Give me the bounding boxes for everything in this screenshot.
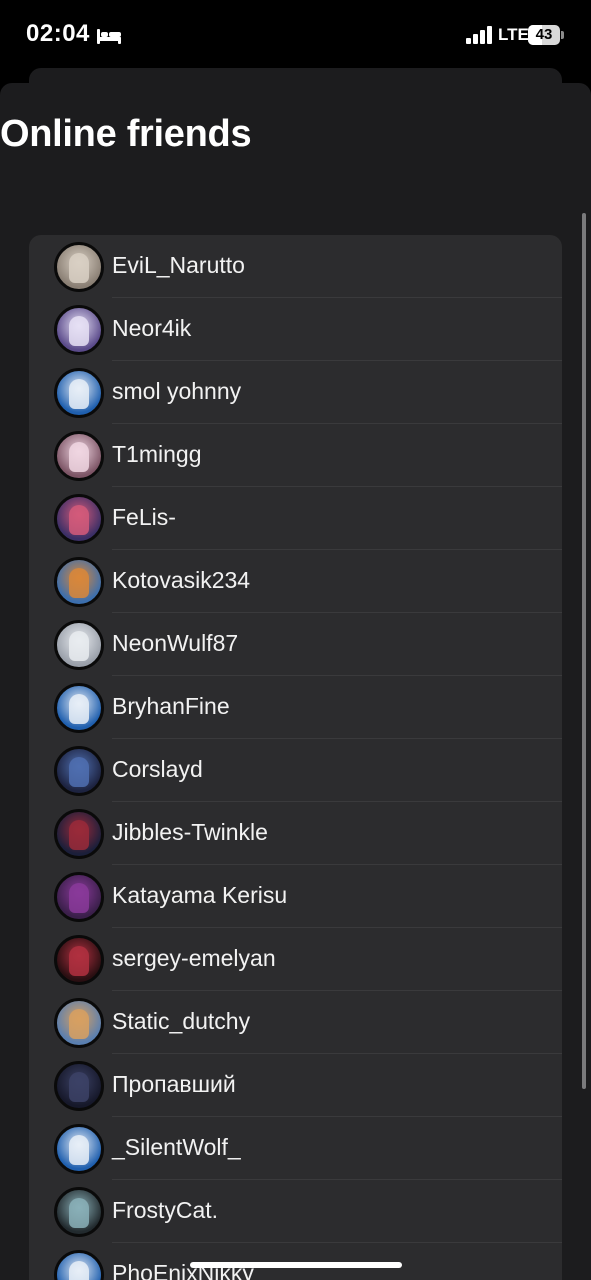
scrollbar[interactable]: [582, 213, 586, 1089]
avatar: [54, 431, 104, 481]
avatar-figure: [69, 694, 89, 724]
avatar: [54, 1061, 104, 1111]
friend-row[interactable]: Neor4ik: [29, 298, 562, 361]
friend-row[interactable]: FrostyCat.: [29, 1180, 562, 1243]
friend-name: FrostyCat.: [112, 1197, 219, 1223]
friend-name: smol yohnny: [112, 378, 242, 404]
avatar: [54, 998, 104, 1048]
page-title: Online friends: [0, 113, 252, 155]
avatar: [54, 242, 104, 292]
friend-row[interactable]: Katayama Kerisu: [29, 865, 562, 928]
friend-row[interactable]: EviL_Narutto: [29, 235, 562, 298]
avatar-figure: [69, 505, 89, 535]
avatar: [54, 305, 104, 355]
friend-name: NeonWulf87: [112, 630, 239, 656]
friend-name: Static_dutchy: [112, 1008, 251, 1034]
friend-name: Kotovasik234: [112, 567, 251, 593]
avatar-figure: [69, 1135, 89, 1165]
friend-row[interactable]: T1mingg: [29, 424, 562, 487]
friend-name: Neor4ik: [112, 315, 192, 341]
friend-row[interactable]: Static_dutchy: [29, 991, 562, 1054]
friend-row[interactable]: sergey-emelyan: [29, 928, 562, 991]
avatar: [54, 872, 104, 922]
battery-icon: 43: [528, 25, 564, 45]
friend-row[interactable]: NeonWulf87: [29, 613, 562, 676]
network-label: LTE: [498, 25, 529, 44]
avatar-figure: [69, 757, 89, 787]
friend-row[interactable]: Пропавший: [29, 1054, 562, 1117]
avatar-figure: [69, 442, 89, 472]
friend-row[interactable]: Jibbles-Twinkle: [29, 802, 562, 865]
avatar: [54, 368, 104, 418]
friend-name: Corslayd: [112, 756, 203, 782]
friends-list: EviL_Narutto Neor4ik smol yohnny T1mingg FeL…: [29, 235, 562, 1280]
avatar: [54, 1250, 104, 1280]
friend-row[interactable]: BryhanFine: [29, 676, 562, 739]
friend-name: BryhanFine: [112, 693, 230, 719]
avatar-figure: [69, 253, 89, 283]
avatar-figure: [69, 1261, 89, 1280]
avatar: [54, 494, 104, 544]
friend-name: Jibbles-Twinkle: [112, 819, 268, 845]
home-indicator[interactable]: [190, 1262, 402, 1268]
avatar-figure: [69, 946, 89, 976]
avatar: [54, 1124, 104, 1174]
battery-tip: [561, 31, 564, 39]
friend-row[interactable]: smol yohnny: [29, 361, 562, 424]
avatar-figure: [69, 379, 89, 409]
friend-name: Katayama Kerisu: [112, 882, 288, 908]
avatar: [54, 683, 104, 733]
friend-row[interactable]: Corslayd: [29, 739, 562, 802]
friend-row[interactable]: _SilentWolf_: [29, 1117, 562, 1180]
friend-name: T1mingg: [112, 441, 202, 467]
battery-level: 43: [535, 26, 553, 43]
avatar-figure: [69, 1072, 89, 1102]
friend-name: sergey-emelyan: [112, 945, 276, 971]
avatar: [54, 620, 104, 670]
friend-name: FeLis-: [112, 504, 176, 530]
avatar: [54, 746, 104, 796]
avatar-figure: [69, 568, 89, 598]
avatar-figure: [69, 883, 89, 913]
avatar-figure: [69, 1198, 89, 1228]
friend-name: _SilentWolf_: [112, 1134, 241, 1160]
avatar-figure: [69, 631, 89, 661]
status-bar: 02:04 LTE 43: [0, 0, 591, 70]
avatar: [54, 935, 104, 985]
friend-name: EviL_Narutto: [112, 252, 245, 278]
avatar-figure: [69, 820, 89, 850]
friend-name: Пропавший: [112, 1071, 236, 1097]
avatar-figure: [69, 1009, 89, 1039]
avatar: [54, 1187, 104, 1237]
avatar-figure: [69, 316, 89, 346]
status-time: 02:04: [26, 20, 90, 47]
avatar: [54, 557, 104, 607]
friend-row[interactable]: FeLis-: [29, 487, 562, 550]
bed-icon: [96, 26, 122, 46]
online-friends-sheet: Online friends EviL_Narutto Neor4ik smol y…: [0, 83, 591, 1280]
avatar: [54, 809, 104, 859]
signal-icon: [466, 26, 494, 44]
friend-row[interactable]: Kotovasik234: [29, 550, 562, 613]
